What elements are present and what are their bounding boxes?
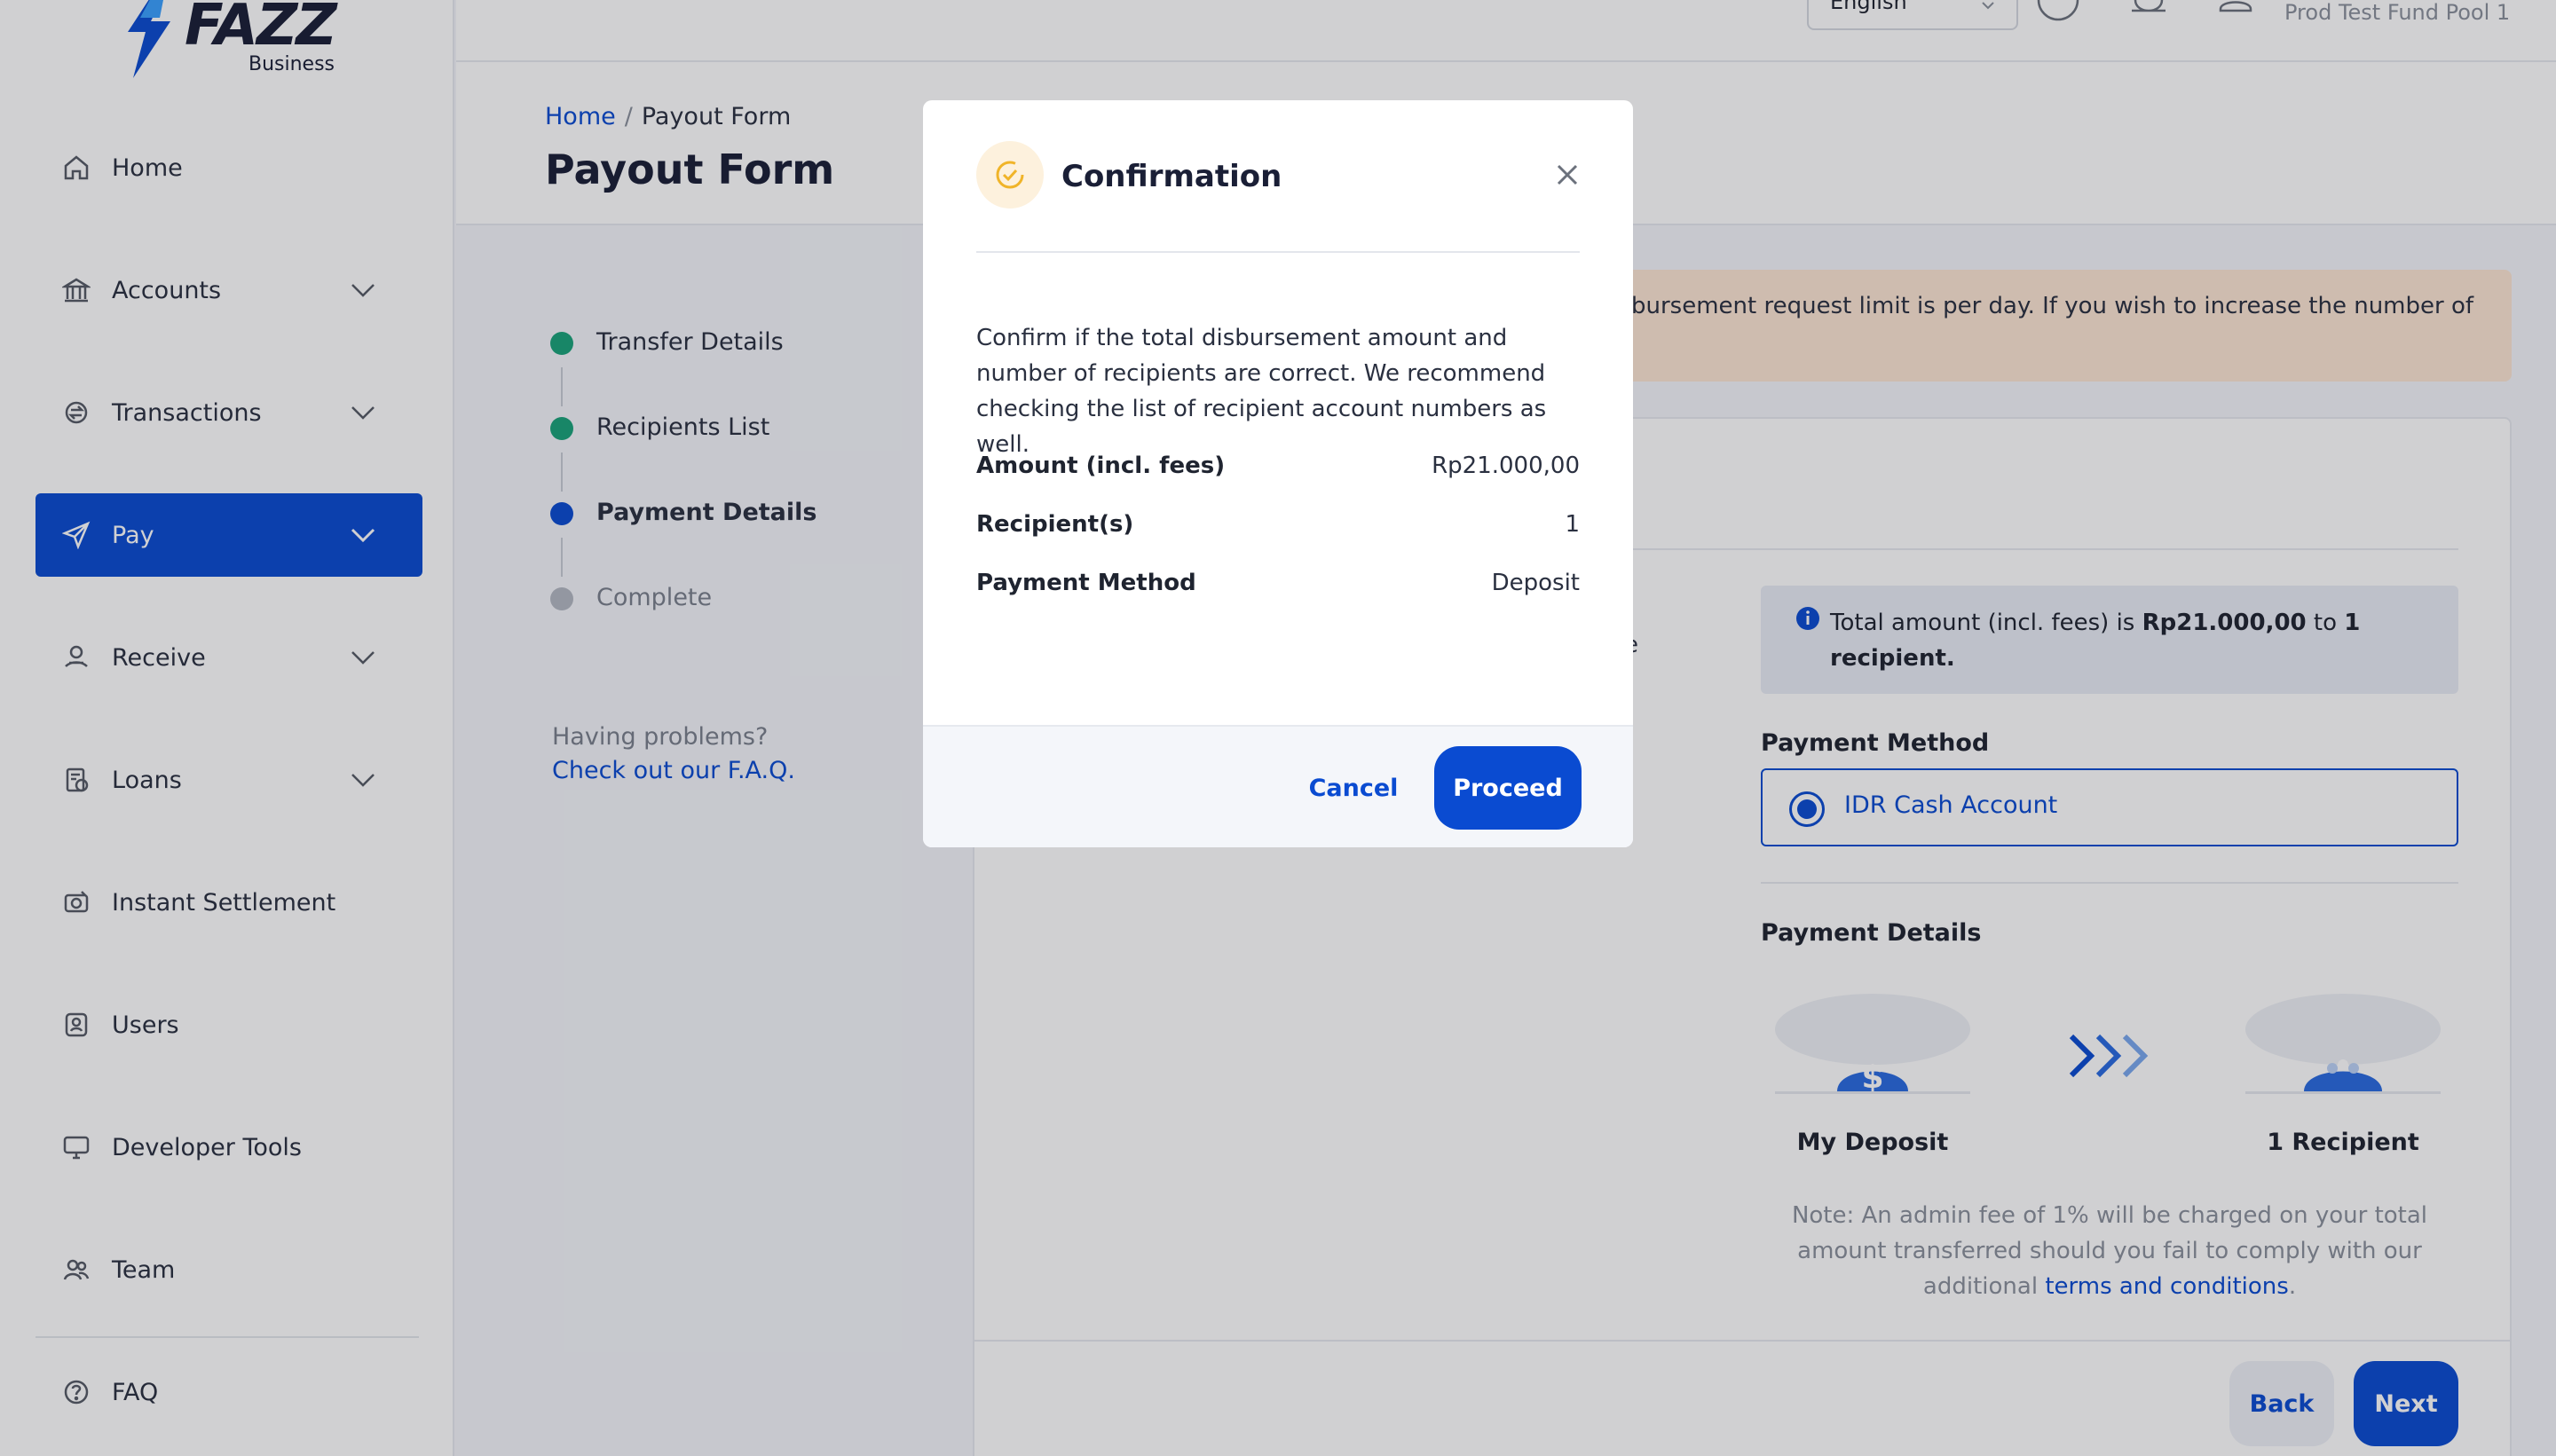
summary-key: Recipient(s) [976, 511, 1134, 538]
summary-key: Payment Method [976, 570, 1196, 596]
summary-value: Rp21.000,00 [1432, 453, 1580, 479]
modal-title: Confirmation [1061, 159, 1282, 194]
confirmation-modal: Confirmation Confirm if the total disbur… [923, 100, 1633, 847]
summary-value: 1 [1565, 511, 1580, 538]
summary-row-amount: Amount (incl. fees) Rp21.000,00 [976, 448, 1580, 484]
proceed-button[interactable]: Proceed [1434, 746, 1582, 830]
cancel-button[interactable]: Cancel [1287, 746, 1420, 830]
summary-key: Amount (incl. fees) [976, 453, 1226, 479]
summary-value: Deposit [1491, 570, 1580, 596]
modal-divider [976, 251, 1580, 253]
confirm-check-icon [976, 141, 1044, 209]
modal-footer: Cancel Proceed [923, 725, 1633, 847]
close-icon[interactable] [1550, 157, 1585, 193]
summary-row-payment-method: Payment Method Deposit [976, 565, 1580, 601]
summary-row-recipients: Recipient(s) 1 [976, 507, 1580, 542]
modal-description: Confirm if the total disbursement amount… [976, 325, 1547, 458]
